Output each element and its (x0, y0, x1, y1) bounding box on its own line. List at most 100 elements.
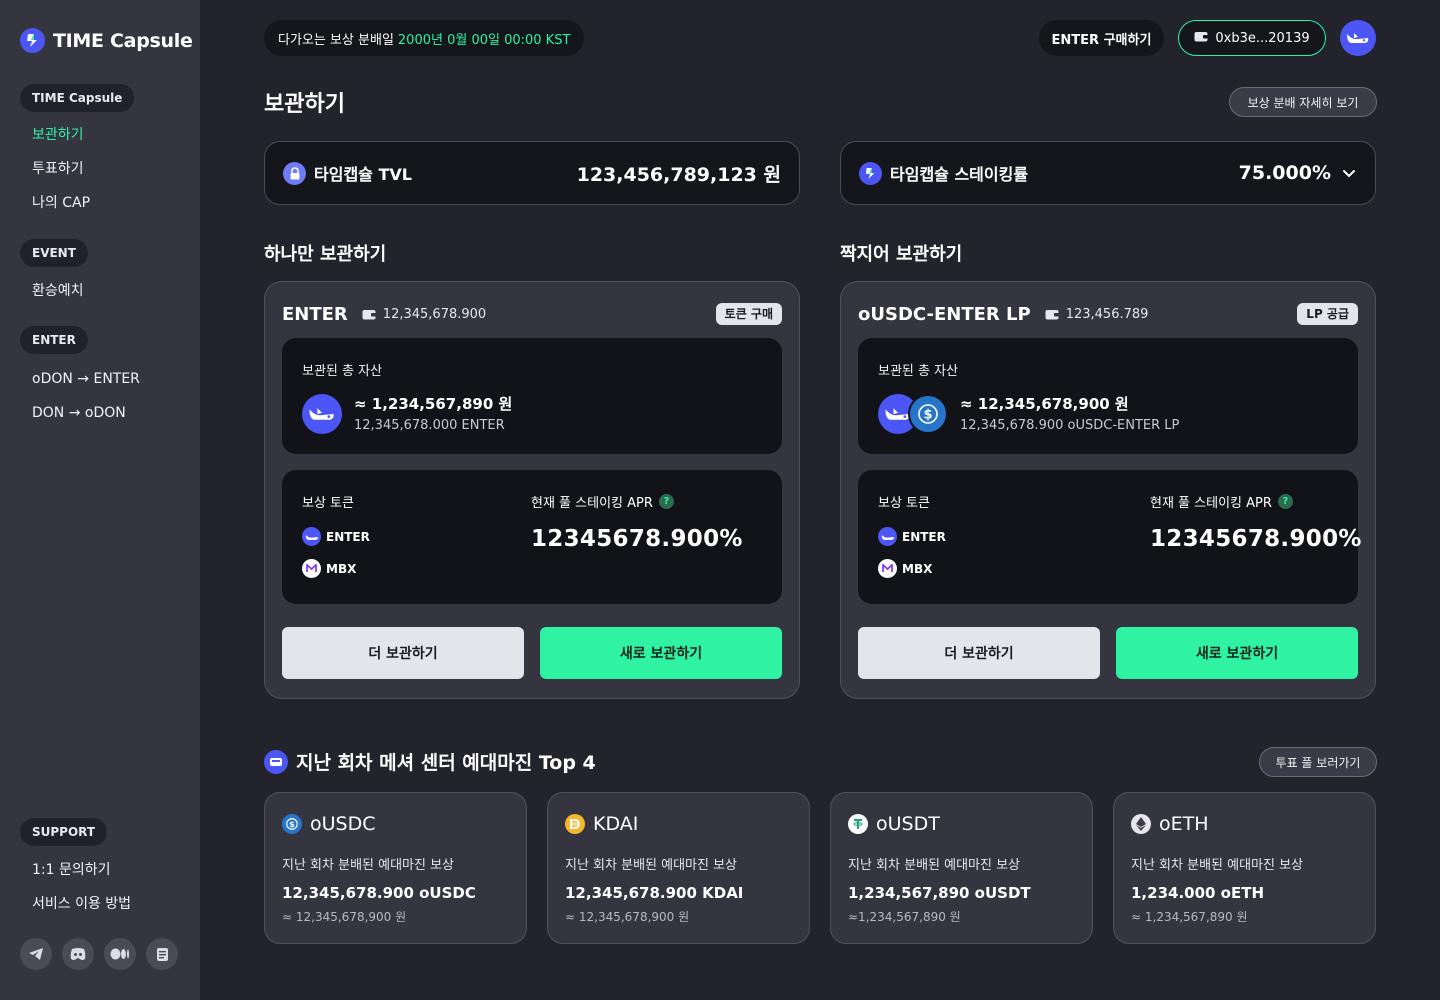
staking-rate-value: 75.000% (1238, 162, 1331, 184)
lp-supply-button[interactable]: LP 공급 (1297, 303, 1358, 325)
medium-icon[interactable] (104, 938, 136, 970)
help-icon[interactable]: ? (1277, 494, 1293, 509)
sidebar-item-vote[interactable]: 투표하기 (20, 152, 134, 186)
total-asset-box: 보관된 총 자산 ≈ 1,234,567,890 원 12,345,678.00… (282, 338, 782, 454)
margin-amount: 1,234.000 oETH (1131, 884, 1265, 902)
sidebar-item-store[interactable]: 보관하기 (20, 118, 134, 152)
telegram-icon[interactable] (20, 938, 52, 970)
margin-amount: 1,234,567,890 oUSDT (848, 884, 1031, 902)
pool-balance-value: 12,345,678.900 (382, 306, 487, 322)
brand-name: TIME Capsule (53, 29, 193, 52)
usdc-token-icon: $ (282, 814, 302, 834)
enter-mascot-icon (1347, 33, 1369, 43)
sidebar-item-don-to-odon[interactable]: DON → oDON (20, 396, 140, 430)
pool-name: oUSDC-ENTER LP (858, 303, 1031, 325)
sidebar-item-inquiry[interactable]: 1:1 문의하기 (20, 853, 131, 887)
margin-card-ousdt: oUSDT 지난 회차 분배된 예대마진 보상 1,234,567,890 oU… (830, 792, 1093, 944)
margin-token-name: oETH (1159, 813, 1209, 835)
margin-label: 지난 회차 분배된 예대마진 보상 (848, 858, 1021, 873)
social-links (20, 938, 178, 970)
margin-token-name: oUSDC (310, 813, 376, 835)
margin-krw: ≈ 12,345,678,900 원 (565, 910, 690, 924)
enter-token-icon (302, 527, 321, 546)
pool-name: ENTER (282, 303, 348, 325)
mbx-token-icon (878, 559, 897, 578)
staking-rate-label: 타임캡슐 스테이킹률 (890, 165, 1029, 184)
docs-icon[interactable] (146, 938, 178, 970)
sidebar-group-timecapsule: TIME Capsule 보관하기 투표하기 나의 CAP (20, 84, 135, 220)
stake-new-button[interactable]: 새로 보관하기 (1116, 627, 1358, 679)
apr-value: 12345678.900% (531, 526, 743, 552)
wallet-icon (1045, 309, 1059, 319)
buy-token-button[interactable]: 토큰 구매 (715, 303, 782, 325)
total-asset-box: 보관된 총 자산 $ ≈ 12,345,678,900 원 12,345,678… (858, 338, 1358, 454)
total-asset-label: 보관된 총 자산 (878, 364, 959, 379)
pool-balance-value: 123,456.789 (1065, 306, 1149, 322)
margin-krw: ≈ 12,345,678,900 원 (282, 910, 407, 924)
reward-token-name: MBX (902, 561, 933, 576)
discord-icon[interactable] (62, 938, 94, 970)
staking-rate-card[interactable]: 타임캡슐 스테이킹률 75.000% (840, 141, 1376, 205)
profile-avatar[interactable] (1340, 20, 1376, 56)
margin-token-name: KDAI (593, 813, 639, 835)
buy-enter-button[interactable]: ENTER 구매하기 (1039, 20, 1164, 56)
wallet-address-button[interactable]: 0xb3e...20139 (1178, 20, 1326, 56)
sidebar-item-how-to-use[interactable]: 서비스 이용 방법 (20, 887, 131, 921)
margin-label: 지난 회차 분배된 예대마진 보상 (282, 858, 455, 873)
eth-token-icon (1131, 814, 1151, 834)
pool-card-enter: ENTER 12,345,678.900 토큰 구매 보관된 총 자산 ≈ 1,… (264, 281, 800, 699)
reward-token-mbx: MBX (302, 559, 356, 578)
stake-new-button[interactable]: 새로 보관하기 (540, 627, 782, 679)
reward-box: 보상 토큰 ENTER MBX 현재 풀 스테이킹 APR ? 12345678… (858, 470, 1361, 604)
dai-token-icon (565, 814, 585, 834)
stake-more-button[interactable]: 더 보관하기 (282, 627, 524, 679)
pool-balance: 123,456.789 (1045, 306, 1149, 322)
lock-icon (283, 161, 306, 185)
reward-box: 보상 토큰 ENTER MBX 현재 풀 스테이킹 APR ? 12345678… (282, 470, 782, 604)
sidebar-group-support: SUPPORT 1:1 문의하기 서비스 이용 방법 (20, 818, 131, 921)
help-icon[interactable]: ? (658, 494, 674, 509)
total-asset-amount: 12,345,678.000 ENTER (354, 418, 505, 433)
svg-text:$: $ (923, 408, 932, 423)
total-asset-label: 보관된 총 자산 (302, 364, 383, 379)
brand-logo[interactable]: TIME Capsule (20, 28, 193, 53)
chevron-down-icon[interactable] (1341, 165, 1357, 181)
margin-amount: 12,345,678.900 oUSDC (282, 884, 476, 902)
stake-more-button[interactable]: 더 보관하기 (858, 627, 1100, 679)
margin-card-kdai: KDAI 지난 회차 분배된 예대마진 보상 12,345,678.900 KD… (547, 792, 810, 944)
enter-token-icon (878, 527, 897, 546)
view-vote-pool-button[interactable]: 투표 풀 보러가기 (1259, 747, 1377, 777)
tvl-label: 타임캡슐 TVL (314, 165, 412, 184)
usdc-token-icon: $ (908, 394, 948, 434)
sidebar-item-my-cap[interactable]: 나의 CAP (20, 186, 134, 220)
sidebar-group-title: TIME Capsule (20, 84, 135, 112)
sidebar-group-title: ENTER (20, 326, 88, 354)
apr-value: 12345678.900% (1150, 526, 1362, 552)
reward-token-enter: ENTER (302, 527, 370, 546)
schedule-date: 2000년 0월 00일 00:00 KST (397, 32, 571, 48)
page-title: 보관하기 (264, 92, 345, 117)
reward-token-label: 보상 토큰 (302, 496, 354, 511)
sidebar-item-odon-to-enter[interactable]: oDON → ENTER (20, 362, 140, 396)
reward-token-label: 보상 토큰 (878, 496, 930, 511)
mbx-token-icon (302, 559, 321, 578)
pair-section-title: 짝지어 보관하기 (840, 244, 963, 265)
margin-card-oeth: oETH 지난 회차 분배된 예대마진 보상 1,234.000 oETH ≈ … (1113, 792, 1376, 944)
total-asset-krw: ≈ 1,234,567,890 원 (354, 395, 513, 413)
top4-title: 지난 회차 메셔 센터 예대마진 Top 4 (296, 752, 596, 774)
time-capsule-logo-icon (20, 28, 45, 53)
enter-token-icon (302, 394, 342, 434)
wallet-address: 0xb3e...20139 (1215, 30, 1310, 46)
reward-detail-button[interactable]: 보상 분배 자세히 보기 (1229, 87, 1377, 117)
pool-balance: 12,345,678.900 (362, 307, 486, 322)
total-asset-amount: 12,345,678.900 oUSDC-ENTER LP (960, 418, 1180, 433)
margin-label: 지난 회차 분배된 예대마진 보상 (565, 858, 738, 873)
reward-token-name: ENTER (902, 529, 946, 544)
margin-krw: ≈ 1,234,567,890 원 (1131, 910, 1248, 924)
time-capsule-logo-icon (859, 161, 882, 185)
sidebar-item-transfer-deposit[interactable]: 환승예치 (20, 274, 88, 308)
reward-token-name: MBX (326, 561, 357, 576)
reward-schedule-banner: 다가오는 보상 분배일 2000년 0월 00일 00:00 KST (264, 20, 585, 56)
margin-card-ousdc: $ oUSDC 지난 회차 분배된 예대마진 보상 12,345,678.900… (264, 792, 527, 944)
usdt-token-icon (848, 814, 868, 834)
